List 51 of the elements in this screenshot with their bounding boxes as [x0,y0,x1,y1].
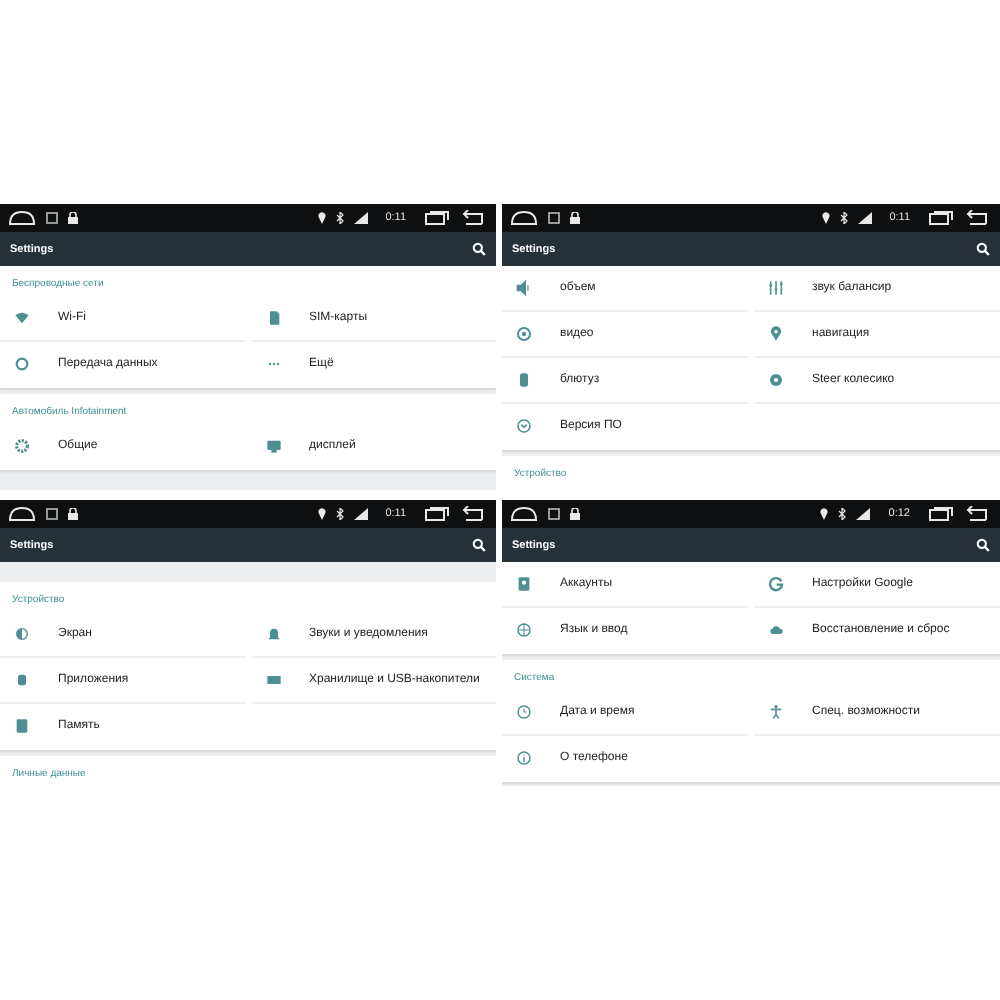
signal-icon [353,212,368,224]
lock-icon [68,508,78,520]
bell-icon [265,626,281,642]
bluetooth-icon [335,212,344,224]
lock-icon [570,508,580,520]
search-icon[interactable] [472,538,486,552]
bluetooth-icon [335,508,344,520]
brightness-icon [14,626,30,642]
search-icon[interactable] [976,242,990,256]
wifi-icon [14,310,30,326]
location-icon [317,212,326,224]
home-icon[interactable] [8,506,36,522]
search-icon[interactable] [472,242,486,256]
person-badge-icon [516,576,532,592]
home-icon[interactable] [8,210,36,226]
back-icon[interactable] [964,506,988,522]
signal-icon [856,508,871,520]
sim-card-icon [265,310,281,326]
search-icon[interactable] [976,538,990,552]
location-icon [820,508,829,520]
home-icon[interactable] [510,506,538,522]
card-icon [14,718,30,734]
globe-icon [516,622,532,638]
home-icon[interactable] [510,210,538,226]
clock-icon [516,704,532,720]
cloud-icon [768,622,784,638]
person-icon [768,704,784,720]
info-icon [516,750,532,766]
location-icon [317,508,326,520]
signal-icon [857,212,872,224]
recent-apps-icon[interactable] [928,506,954,522]
g-logo-icon [768,576,784,592]
back-icon[interactable] [460,506,484,522]
lock-icon [570,212,580,224]
chevron-circle-icon [516,418,532,434]
location-icon [821,212,830,224]
recent-apps-icon[interactable] [424,210,450,226]
back-icon[interactable] [964,210,988,226]
recent-apps-icon[interactable] [928,210,954,226]
bluetooth-icon [839,212,848,224]
bluetooth-icon [838,508,847,520]
lock-icon [68,212,78,224]
signal-icon [353,508,368,520]
monitor-icon [265,438,281,454]
map-pin-icon [768,326,784,342]
recent-apps-icon[interactable] [424,506,450,522]
gear-icon [14,438,30,454]
speaker-icon [516,280,532,296]
ring-icon [14,356,30,372]
equalizer-icon [768,280,784,296]
back-icon[interactable] [460,210,484,226]
